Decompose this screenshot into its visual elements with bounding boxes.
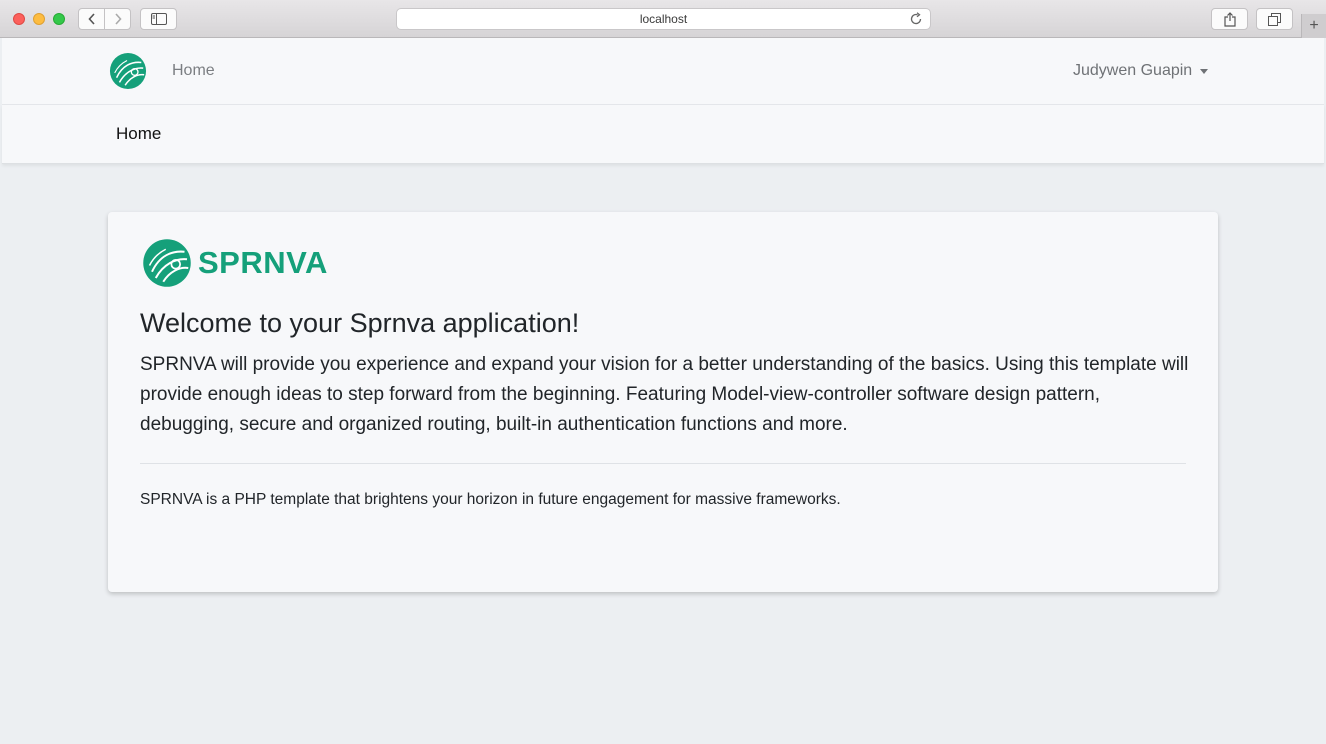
tabs-icon [1268, 12, 1281, 26]
tab-overview-button[interactable] [1256, 8, 1293, 30]
minimize-window-button[interactable] [33, 13, 45, 25]
history-nav [78, 8, 131, 30]
share-icon [1223, 11, 1236, 27]
nav-home-link[interactable]: Home [172, 62, 215, 80]
caret-down-icon [1200, 68, 1209, 74]
back-button[interactable] [79, 9, 104, 29]
sprnva-logo-icon[interactable] [109, 52, 147, 90]
forward-button[interactable] [104, 9, 130, 29]
chevron-right-icon [114, 13, 122, 25]
sprnva-logo-icon [143, 239, 191, 287]
reload-icon[interactable] [909, 12, 923, 26]
address-bar[interactable]: localhost [396, 8, 931, 30]
welcome-heading: Welcome to your Sprnva application! [140, 308, 580, 338]
chevron-left-icon [87, 13, 95, 25]
url-text: localhost [639, 12, 688, 26]
welcome-lead-text: SPRNVA will provide you experience and e… [140, 354, 1189, 435]
user-menu-toggle[interactable]: Judywen Guapin [1073, 62, 1209, 80]
page-title: Home [116, 124, 162, 143]
share-button[interactable] [1211, 8, 1248, 30]
web-page: Home Judywen Guapin Home SPRNVA Welcome … [2, 38, 1324, 744]
welcome-card: SPRNVA Welcome to your Sprnva applicatio… [108, 212, 1218, 592]
sidebar-icon [150, 13, 167, 25]
page-header: Home [2, 105, 1324, 164]
close-window-button[interactable] [13, 13, 25, 25]
sidebar-toggle-button[interactable] [140, 8, 177, 30]
divider [140, 463, 1186, 464]
zoom-window-button[interactable] [53, 13, 65, 25]
user-name: Judywen Guapin [1073, 62, 1193, 79]
brand-logo: SPRNVA [142, 238, 328, 288]
template-description: SPRNVA is a PHP template that brightens … [140, 491, 841, 508]
new-tab-button[interactable]: + [1301, 14, 1326, 38]
browser-toolbar: localhost + [0, 0, 1326, 38]
plus-icon: + [1309, 17, 1319, 34]
top-navbar: Home Judywen Guapin [2, 38, 1324, 105]
brand-name: SPRNVA [198, 245, 328, 280]
